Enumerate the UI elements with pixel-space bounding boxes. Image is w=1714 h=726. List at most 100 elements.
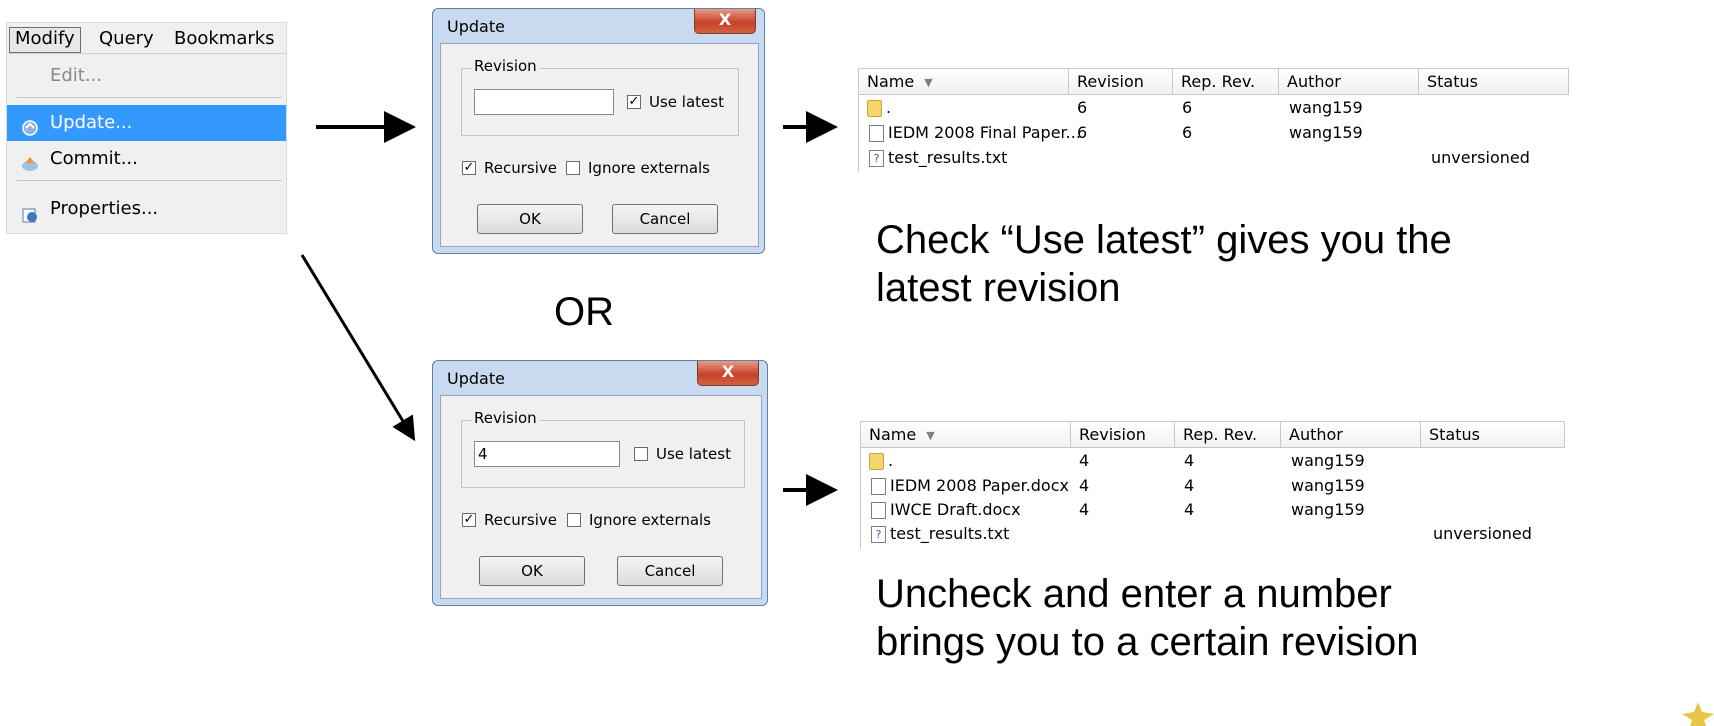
folder-icon <box>867 100 882 117</box>
cell-name: IEDM 2008 Final Paper... <box>888 123 1081 142</box>
cell-name: test_results.txt <box>888 148 1008 167</box>
logo-icon <box>1682 702 1714 726</box>
recursive-checkbox[interactable]: ✓ <box>462 513 476 527</box>
cell-revision: 6 <box>1077 98 1088 117</box>
use-latest-checkbox[interactable] <box>634 447 648 461</box>
caption-line: Check “Use latest” gives you the <box>876 218 1452 262</box>
menu-item-label: Update... <box>50 112 133 133</box>
update-dialog-revision: Update X Revision 4 Use latest ✓ Recursi… <box>432 360 768 606</box>
recursive-label: Recursive <box>484 159 557 177</box>
ok-button[interactable]: OK <box>477 204 583 234</box>
close-icon: X <box>718 10 732 29</box>
sort-down-icon: ▼ <box>926 429 935 442</box>
cell-revision: 6 <box>1077 123 1088 142</box>
menu-item-edit[interactable]: Edit... <box>7 58 286 94</box>
modify-menu: Modify Query Bookmarks Edit... Update...… <box>6 22 287 234</box>
recursive-checkbox[interactable]: ✓ <box>462 161 476 175</box>
revision-group-label: Revision <box>471 409 540 427</box>
dialog-title: Update <box>447 17 505 36</box>
menu-separator <box>17 97 282 98</box>
dialog-body: Revision 4 Use latest ✓ Recursive Ignore… <box>440 395 762 599</box>
column-header-author[interactable]: Author <box>1281 421 1421 448</box>
column-header-status[interactable]: Status <box>1421 421 1565 448</box>
menu-item-properties[interactable]: Properties... <box>7 191 286 227</box>
or-label: OR <box>554 290 614 334</box>
caption-line: latest revision <box>876 266 1121 310</box>
cell-status: unversioned <box>1433 524 1532 543</box>
revision-input[interactable] <box>474 89 614 115</box>
ok-button[interactable]: OK <box>479 556 585 586</box>
menu-bookmarks[interactable]: Bookmarks <box>169 27 280 51</box>
recursive-label: Recursive <box>484 511 557 529</box>
cell-revision: 4 <box>1079 451 1090 470</box>
menu-item-label: Commit... <box>50 148 138 169</box>
close-button[interactable]: X <box>697 361 759 386</box>
cell-author: wang159 <box>1291 451 1365 470</box>
column-header-revision[interactable]: Revision <box>1071 421 1175 448</box>
file-list-revision: Name ▼ Revision Rep. Rev. Author Status .… <box>860 421 1565 549</box>
use-latest-label: Use latest <box>649 93 724 111</box>
ignore-externals-label: Ignore externals <box>588 159 710 177</box>
commit-icon <box>21 150 39 171</box>
menu-separator <box>17 180 282 181</box>
cell-name: . <box>888 451 894 470</box>
cell-author: wang159 <box>1291 500 1365 519</box>
menu-modify[interactable]: Modify <box>9 27 81 53</box>
revision-group: Revision 4 Use latest <box>461 409 745 488</box>
arrow-menu-to-dialog-2 <box>300 254 416 442</box>
menu-item-update[interactable]: Update... <box>7 105 286 141</box>
column-header-name[interactable]: Name ▼ <box>861 421 1071 448</box>
column-header-revision[interactable]: Revision <box>1069 68 1173 95</box>
cell-rep-rev: 6 <box>1182 98 1193 117</box>
cancel-button[interactable]: Cancel <box>612 204 718 234</box>
cell-name: IWCE Draft.docx <box>890 500 1021 519</box>
cell-author: wang159 <box>1291 476 1365 495</box>
menu-item-label: Properties... <box>50 198 159 219</box>
column-header-rep-rev[interactable]: Rep. Rev. <box>1173 68 1279 95</box>
revision-input[interactable]: 4 <box>474 441 620 467</box>
cell-revision: 4 <box>1079 500 1090 519</box>
cell-rep-rev: 4 <box>1184 451 1195 470</box>
caption-revision: Uncheck and enter a number brings you to… <box>876 570 1419 666</box>
use-latest-label: Use latest <box>656 445 731 463</box>
cell-rep-rev: 4 <box>1184 476 1195 495</box>
unversioned-file-icon: ? <box>869 150 884 167</box>
ignore-externals-checkbox[interactable] <box>566 161 580 175</box>
column-header-name[interactable]: Name ▼ <box>859 68 1069 95</box>
folder-icon <box>869 453 884 470</box>
unversioned-file-icon: ? <box>871 526 886 543</box>
caption-line: Uncheck and enter a number <box>876 572 1392 616</box>
cell-author: wang159 <box>1289 98 1363 117</box>
dialog-body: Revision ✓ Use latest ✓ Recursive Ignore… <box>440 43 759 247</box>
revision-group: Revision ✓ Use latest <box>461 57 739 136</box>
menu-item-label: Edit... <box>50 65 103 86</box>
cell-name: IEDM 2008 Paper.docx <box>890 476 1069 495</box>
cell-status: unversioned <box>1431 148 1530 167</box>
close-button[interactable]: X <box>694 9 756 34</box>
ignore-externals-label: Ignore externals <box>589 511 711 529</box>
cell-rep-rev: 6 <box>1182 123 1193 142</box>
dialog-title: Update <box>447 369 505 388</box>
cell-name: . <box>886 98 892 117</box>
ignore-externals-checkbox[interactable] <box>567 513 581 527</box>
column-header-author[interactable]: Author <box>1279 68 1419 95</box>
caption-line: brings you to a certain revision <box>876 620 1419 664</box>
use-latest-checkbox[interactable]: ✓ <box>627 95 641 109</box>
sort-down-icon: ▼ <box>924 76 933 89</box>
revision-group-label: Revision <box>471 57 540 75</box>
file-icon <box>871 502 886 519</box>
file-icon <box>869 125 884 142</box>
cancel-button[interactable]: Cancel <box>617 556 723 586</box>
update-dialog-latest: Update X Revision ✓ Use latest ✓ Recursi… <box>432 8 765 254</box>
properties-icon <box>21 200 39 223</box>
menu-query[interactable]: Query <box>94 27 159 51</box>
cell-revision: 4 <box>1079 476 1090 495</box>
menu-bar: Modify Query Bookmarks <box>7 23 286 54</box>
file-icon <box>871 478 886 495</box>
cell-author: wang159 <box>1289 123 1363 142</box>
column-header-rep-rev[interactable]: Rep. Rev. <box>1175 421 1281 448</box>
column-header-status[interactable]: Status <box>1419 68 1569 95</box>
cell-rep-rev: 4 <box>1184 500 1195 519</box>
menu-item-commit[interactable]: Commit... <box>7 141 286 177</box>
close-icon: X <box>721 362 735 381</box>
